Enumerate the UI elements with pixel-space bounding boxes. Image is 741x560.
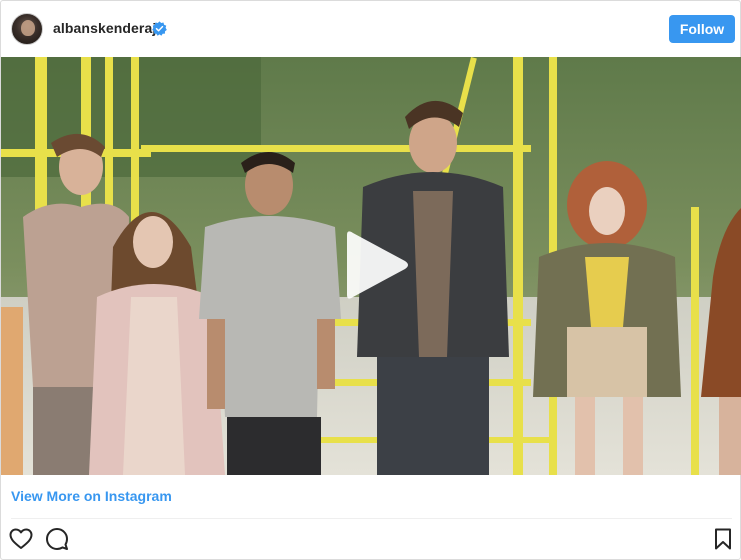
divider <box>11 518 732 519</box>
video-thumbnail[interactable] <box>1 57 741 475</box>
username-link[interactable]: albanskenderaj <box>53 20 156 36</box>
comment-icon[interactable] <box>45 527 69 551</box>
play-icon[interactable] <box>341 231 409 299</box>
verified-badge-icon <box>152 21 167 36</box>
heart-icon[interactable] <box>9 527 33 551</box>
bookmark-icon[interactable] <box>711 527 735 551</box>
avatar[interactable] <box>11 13 43 45</box>
instagram-embed-card: albanskenderaj Follow View More on Insta… <box>0 0 741 560</box>
follow-button[interactable]: Follow <box>669 15 735 43</box>
view-more-on-instagram-link[interactable]: View More on Instagram <box>11 488 172 504</box>
post-header: albanskenderaj Follow <box>1 1 741 57</box>
